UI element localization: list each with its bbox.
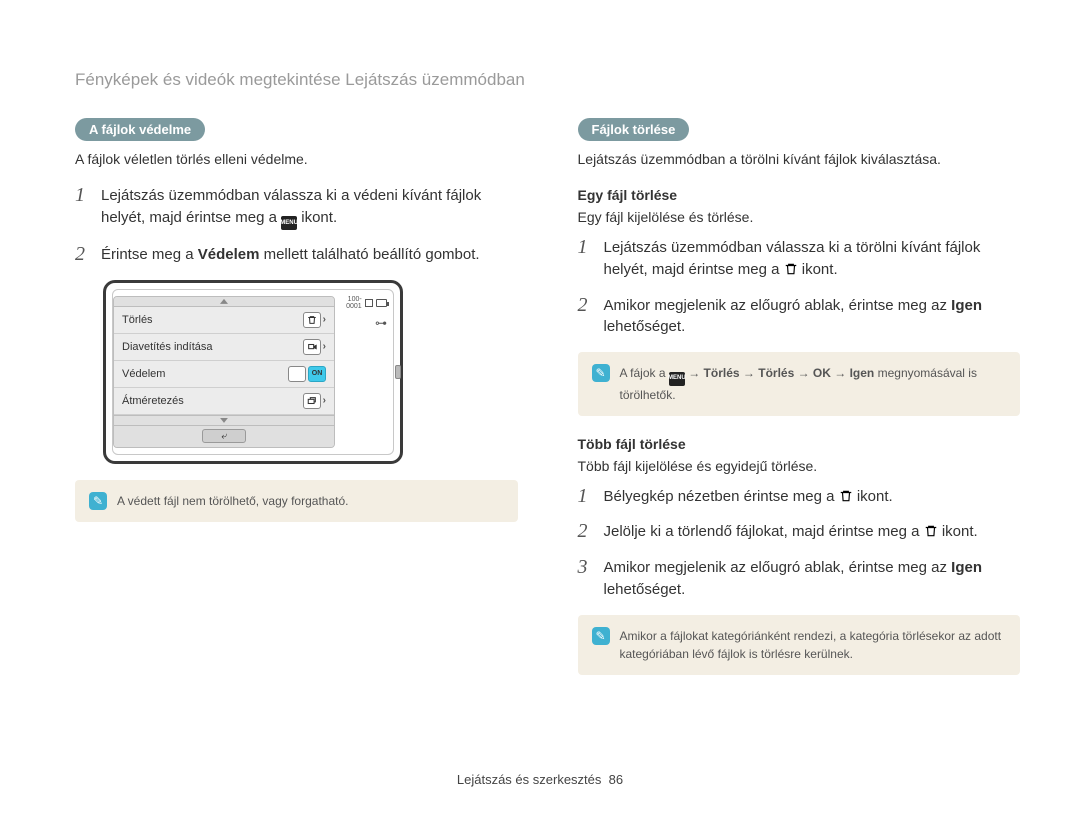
menu-icon: MENU bbox=[669, 372, 685, 386]
chevron-right-icon: › bbox=[323, 341, 326, 352]
delete-note-2: ✎ Amikor a fájlokat kategóriánként rende… bbox=[578, 615, 1021, 675]
step-number: 2 bbox=[578, 521, 594, 543]
menu-icon: MENU bbox=[281, 216, 297, 230]
protect-step-2: Érintse meg a Védelem mellett található … bbox=[101, 244, 480, 266]
chevron-right-icon: › bbox=[323, 395, 326, 406]
chevron-right-icon: › bbox=[323, 314, 326, 325]
trash-icon bbox=[924, 524, 938, 538]
protect-toggle-on: ON bbox=[308, 366, 326, 382]
multi-delete-heading: Több fájl törlése bbox=[578, 436, 1021, 452]
menu-item-resize: Átméretezés › bbox=[114, 388, 334, 415]
protect-intro: A fájlok véletlen törlés elleni védelme. bbox=[75, 151, 518, 167]
camera-screen-mock: Törlés › Diavetítés indítása › Védelem O… bbox=[103, 280, 403, 464]
step-number: 2 bbox=[578, 295, 594, 339]
card-icon bbox=[365, 299, 373, 307]
delete-pill: Fájlok törlése bbox=[578, 118, 690, 141]
info-icon: ✎ bbox=[592, 364, 610, 382]
protect-pill: A fájlok védelme bbox=[75, 118, 205, 141]
step-number: 2 bbox=[75, 244, 91, 266]
scroll-down-icon bbox=[114, 415, 334, 425]
lock-icon: ⊶ bbox=[339, 316, 387, 330]
trash-icon bbox=[839, 489, 853, 503]
multi-delete-step-3: Amikor megjelenik az előugró ablak, érin… bbox=[604, 557, 1021, 601]
protect-step-1: Lejátszás üzemmódban válassza ki a véden… bbox=[101, 185, 518, 230]
step-number: 1 bbox=[578, 486, 594, 508]
single-delete-text: Egy fájl kijelölése és törlése. bbox=[578, 209, 1021, 225]
trash-icon bbox=[303, 312, 321, 328]
single-delete-step-1: Lejátszás üzemmódban válassza ki a töröl… bbox=[604, 237, 1021, 281]
image-counter: 100-0001 bbox=[339, 296, 362, 310]
menu-item-slideshow: Diavetítés indítása › bbox=[114, 334, 334, 361]
page-footer: Lejátszás és szerkesztés 86 bbox=[0, 772, 1080, 787]
battery-icon bbox=[376, 299, 387, 307]
menu-item-protect: Védelem ON bbox=[114, 361, 334, 388]
step-number: 3 bbox=[578, 557, 594, 601]
single-delete-heading: Egy fájl törlése bbox=[578, 187, 1021, 203]
menu-item-delete: Törlés › bbox=[114, 307, 334, 334]
trash-icon bbox=[784, 262, 798, 276]
multi-delete-step-1: Bélyegkép nézetben érintse meg a ikont. bbox=[604, 486, 893, 508]
multi-delete-step-2: Jelölje ki a törlendő fájlokat, majd éri… bbox=[604, 521, 978, 543]
camera-handle bbox=[395, 365, 401, 379]
delete-intro: Lejátszás üzemmódban a törölni kívánt fá… bbox=[578, 151, 1021, 167]
slideshow-icon bbox=[303, 339, 321, 355]
multi-delete-text: Több fájl kijelölése és egyidejű törlése… bbox=[578, 458, 1021, 474]
left-column: A fájlok védelme A fájlok véletlen törlé… bbox=[75, 118, 518, 675]
step-number: 1 bbox=[75, 185, 91, 230]
page-header: Fényképek és videók megtekintése Lejátsz… bbox=[75, 70, 1020, 90]
delete-note-1: ✎ A fájok a MENU → Törlés → Törlés → OK … bbox=[578, 352, 1021, 416]
info-icon: ✎ bbox=[592, 627, 610, 645]
info-icon: ✎ bbox=[89, 492, 107, 510]
single-delete-step-2: Amikor megjelenik az előugró ablak, érin… bbox=[604, 295, 1021, 339]
right-column: Fájlok törlése Lejátszás üzemmódban a tö… bbox=[578, 118, 1021, 675]
step-number: 1 bbox=[578, 237, 594, 281]
scroll-up-icon bbox=[114, 297, 334, 307]
back-button: ⤶ bbox=[202, 429, 246, 443]
resize-icon bbox=[303, 393, 321, 409]
protect-note: ✎ A védett fájl nem törölhető, vagy forg… bbox=[75, 480, 518, 522]
